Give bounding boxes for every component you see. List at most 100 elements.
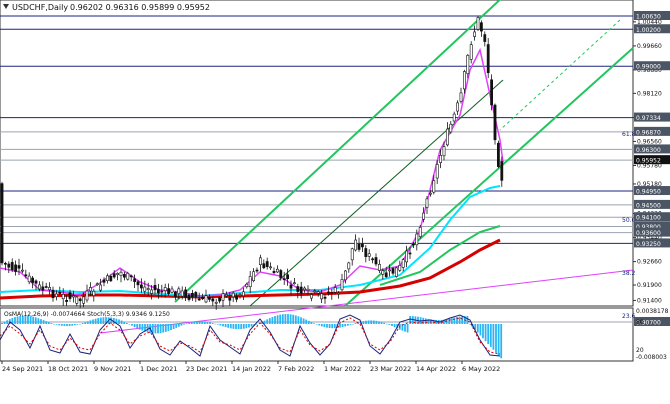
osma-bar [245, 324, 248, 329]
candle-body [326, 291, 330, 294]
candle-body [116, 273, 120, 275]
osma-bar [248, 324, 250, 328]
candle-body [51, 289, 55, 299]
level-tag-text: 0.95952 [636, 158, 661, 165]
candle-body [490, 79, 494, 106]
osma-bar [63, 324, 66, 327]
osma-bar [276, 315, 279, 324]
level-tag-text: 0.97334 [636, 115, 661, 122]
osma-bar [229, 324, 232, 329]
candle-body [323, 296, 327, 299]
candle-body [252, 271, 256, 281]
osma-bar [146, 324, 149, 333]
osma-bar [323, 324, 326, 328]
osma-bar [3, 321, 6, 324]
osma-bar [489, 324, 492, 347]
candle-body [231, 292, 235, 298]
osma-bar [495, 324, 497, 353]
osma-bar [1, 322, 3, 324]
osma-bar [492, 324, 495, 350]
osma-bar [118, 319, 120, 324]
candle-body [286, 274, 290, 280]
candle-body [184, 289, 188, 298]
level-tag-text: 0.94500 [636, 202, 661, 209]
candle-body [292, 282, 296, 285]
osma-bar [448, 318, 451, 324]
osma-bar [68, 324, 71, 326]
candle-body [255, 269, 259, 272]
candle-body [367, 253, 371, 257]
osma-bar [172, 324, 175, 329]
osma-bar [302, 318, 305, 324]
candle-body [157, 289, 160, 294]
osma-bar [131, 324, 133, 326]
osma-bar [198, 321, 201, 324]
osma-bar [461, 316, 464, 324]
candle-body [170, 288, 174, 293]
osma-bar [271, 317, 274, 324]
osma-bar [391, 324, 393, 327]
candle-body [61, 294, 65, 300]
osma-axis-bottom: -0.008003 [636, 354, 667, 361]
level-tag-text: 1.00630 [636, 14, 661, 21]
osma-bar [365, 320, 367, 324]
time-tick-label: 23 Dec 2021 [186, 365, 228, 373]
stoch-axis-80: 80 [636, 319, 644, 326]
candle-body [180, 290, 184, 297]
candle-body [242, 291, 245, 297]
osma-bar [409, 316, 412, 324]
candle-body [289, 284, 293, 289]
level-tag-text: 0.96300 [636, 147, 661, 154]
time-tick-label: 7 Feb 2022 [278, 365, 314, 373]
osma-bar [154, 324, 157, 334]
candle-body [391, 268, 395, 274]
candle-body [191, 292, 194, 298]
osma-bar [60, 324, 63, 326]
candle-body [248, 276, 252, 288]
candle-body [394, 267, 398, 277]
candle-body [364, 248, 368, 257]
candle-body [435, 164, 439, 179]
candle-body [371, 258, 375, 261]
fib-61-label: 61.8 [622, 131, 636, 138]
candle-body [187, 294, 191, 300]
osma-bar [162, 324, 165, 333]
candle-body [143, 286, 147, 292]
price-tick-label: 0.91900 [637, 282, 662, 289]
osma-bar [224, 324, 227, 328]
candle-body [34, 280, 38, 284]
candle-body [432, 180, 436, 193]
osma-bar [458, 316, 461, 324]
osma-bar [183, 324, 185, 325]
candle-body [500, 161, 504, 181]
osma-bar [123, 321, 126, 324]
candle-body [123, 274, 126, 278]
osma-bar [318, 324, 321, 326]
candle-body [405, 250, 409, 263]
candle-body [150, 289, 154, 294]
candle-body [347, 262, 351, 270]
osma-bar [500, 324, 503, 359]
osma-bar [453, 317, 456, 324]
osma-bar [320, 324, 323, 327]
candle-body [17, 265, 21, 269]
osma-bar [476, 324, 479, 333]
osma-bar [300, 317, 302, 324]
osma-bar [281, 314, 284, 324]
osma-bar [497, 324, 500, 356]
osma-bar [141, 324, 144, 331]
osma-bar [435, 319, 438, 324]
osma-bar [367, 320, 370, 324]
candle-body [235, 296, 239, 300]
candle-body [58, 291, 62, 294]
candle-body [496, 142, 500, 167]
candle-body [306, 288, 310, 291]
level-tag-text: 1.00200 [636, 27, 661, 34]
osma-bar [71, 324, 74, 326]
osma-axis-top: 0.0038178 [636, 308, 669, 315]
candle-body [48, 287, 52, 291]
osma-bar [34, 317, 37, 324]
osma-bar [487, 324, 490, 345]
candle-body [357, 243, 361, 250]
osma-bar [102, 317, 105, 324]
